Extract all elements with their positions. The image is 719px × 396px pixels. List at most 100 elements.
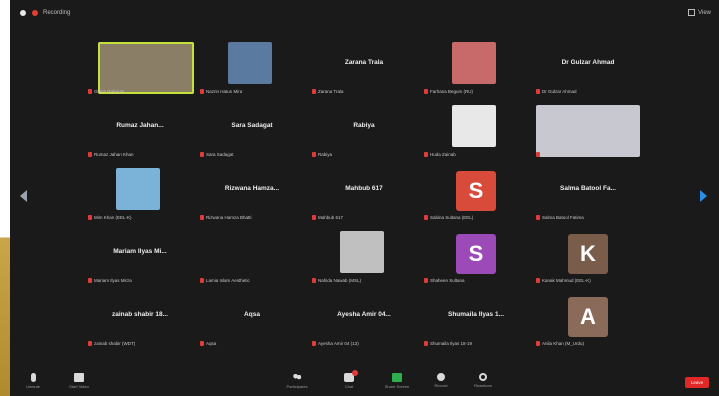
participant-tile[interactable]: Sara Sadagat Sara Sadagat bbox=[196, 101, 308, 161]
participants-label: Participants bbox=[286, 384, 308, 389]
participant-display-name: Zarana Trala bbox=[344, 59, 384, 66]
participant-name: Salma Batool Fatima bbox=[542, 215, 584, 220]
participant-name-label: Mariam Ilyas Mirza bbox=[88, 278, 192, 283]
muted-mic-icon bbox=[312, 215, 316, 220]
participant-tile[interactable]: Zarana Trala Zarana Trala bbox=[308, 38, 420, 98]
participant-name: Anila Khan (M_Urdu) bbox=[542, 341, 585, 346]
participant-tile[interactable]: Aqsa Aqsa bbox=[196, 290, 308, 350]
participant-name: Aqsa bbox=[206, 341, 217, 346]
previous-page-arrow[interactable] bbox=[20, 190, 27, 202]
participant-name: Sara Sadagat bbox=[206, 152, 234, 157]
participant-name: zainab shabir (WDT) bbox=[94, 341, 136, 346]
participant-display-name: Dr Gulzar Ahmad bbox=[561, 59, 615, 66]
mute-label: Unmute bbox=[25, 384, 40, 389]
participant-tile[interactable]: Dr Gulzar Ahmad Dr Gulzar Ahmad bbox=[532, 38, 644, 98]
participant-tile[interactable]: Rizwana Hamza... Rizwana Hamza Bhatti bbox=[196, 164, 308, 224]
chat-icon bbox=[344, 370, 358, 382]
participant-name-label: Rabiya bbox=[312, 152, 416, 157]
participant-tile[interactable]: A Anila Khan (M_Urdu) bbox=[532, 290, 644, 350]
participant-name: Shumaila Ilyas 18-19 bbox=[430, 341, 473, 346]
participant-tile[interactable]: Rumaz Jahan... Rumaz Jahan Khan bbox=[84, 101, 196, 161]
next-page-arrow[interactable] bbox=[700, 190, 707, 202]
participant-tile[interactable]: K Kanak Mahmud (EEL-K) bbox=[532, 227, 644, 287]
view-button[interactable]: View bbox=[688, 9, 711, 16]
muted-mic-icon bbox=[312, 341, 316, 346]
participant-name: Mim Khan (EEL-K) bbox=[94, 215, 132, 220]
participant-name-label: Ayesha Amir 04 (13) bbox=[312, 341, 416, 346]
participant-name-label: Salma Batool Fatima bbox=[536, 215, 640, 220]
muted-mic-icon bbox=[424, 278, 428, 283]
participant-tile[interactable]: S Sabina Sultana (EEL) bbox=[420, 164, 532, 224]
participant-tile[interactable]: Mahbub 617 Mahbub 617 bbox=[308, 164, 420, 224]
participant-tile[interactable]: Lamia Islam Aesthetic bbox=[196, 227, 308, 287]
recording-label: Recording bbox=[43, 10, 71, 16]
security-icon[interactable] bbox=[20, 10, 26, 16]
view-label: View bbox=[698, 9, 711, 16]
muted-mic-icon bbox=[200, 215, 204, 220]
participant-tile[interactable]: Farhana Begum (RU) bbox=[420, 38, 532, 98]
participant-display-name: Rabiya bbox=[353, 122, 375, 129]
participant-name-label: Farhana Begum (RU) bbox=[424, 89, 528, 94]
participant-video bbox=[98, 42, 194, 94]
participant-display-name: Rumaz Jahan... bbox=[116, 122, 164, 129]
participant-name-label: Mim Khan (EEL-K) bbox=[88, 215, 192, 220]
participant-name: Nazrin Hatun Mira bbox=[206, 89, 243, 94]
participant-name-label: Nazrin Hatun Mira bbox=[200, 89, 304, 94]
record-button[interactable]: Record bbox=[424, 373, 458, 388]
participant-tile[interactable]: Rabiya Rabiya bbox=[308, 101, 420, 161]
participant-display-name: Salma Batool Fa... bbox=[560, 185, 616, 192]
participant-tile[interactable]: Huda Zainab bbox=[420, 101, 532, 161]
initial-avatar: S bbox=[456, 234, 496, 274]
participant-name: Shaheen Sultana bbox=[430, 278, 465, 283]
participant-display-name: Aqsa bbox=[244, 311, 260, 318]
muted-mic-icon bbox=[312, 89, 316, 94]
participant-name-label: Huda Zainab bbox=[424, 152, 528, 157]
muted-mic-icon bbox=[536, 215, 540, 220]
participant-name: Arun Kumar (IIT-MBA) bbox=[542, 152, 587, 157]
participant-tile[interactable]: S Shaheen Sultana bbox=[420, 227, 532, 287]
mute-button[interactable]: Unmute bbox=[16, 373, 50, 389]
leave-button[interactable]: Leave bbox=[685, 377, 709, 388]
video-label: Start Video bbox=[69, 384, 89, 389]
muted-mic-icon bbox=[536, 278, 540, 283]
reactions-button[interactable]: Reactions bbox=[466, 373, 500, 388]
participant-name-label: Arun Kumar (IIT-MBA) bbox=[536, 152, 640, 157]
participant-display-name: Mahbub 617 bbox=[345, 185, 383, 192]
participants-button[interactable]: Participants bbox=[280, 373, 314, 389]
participant-name-label: Anila Khan (M_Urdu) bbox=[536, 341, 640, 346]
participant-name-label: Rumaz Jahan Khan bbox=[88, 152, 192, 157]
muted-mic-icon bbox=[312, 152, 316, 157]
participant-display-name: Sara Sadagat bbox=[231, 122, 273, 129]
participant-tile[interactable]: Shumaila Ilyas 1... Shumaila Ilyas 18-19 bbox=[420, 290, 532, 350]
participant-name-label: Rizwana Hamza Bhatti bbox=[200, 215, 304, 220]
gallery-view-icon bbox=[688, 9, 696, 16]
muted-mic-icon bbox=[536, 341, 540, 346]
chat-button[interactable]: Chat bbox=[332, 370, 366, 389]
share-screen-button[interactable]: Share Screen bbox=[380, 373, 414, 389]
participant-tile[interactable]: Gloria Rahman bbox=[84, 38, 196, 98]
participant-tile[interactable]: Arun Kumar (IIT-MBA) bbox=[532, 101, 644, 161]
share-label: Share Screen bbox=[384, 384, 410, 389]
muted-mic-icon bbox=[312, 278, 316, 283]
microphone-icon bbox=[30, 373, 36, 382]
participant-name: Sabina Sultana (EEL) bbox=[430, 215, 474, 220]
muted-mic-icon bbox=[88, 278, 92, 283]
participant-tile[interactable]: Ayesha Amir 04... Ayesha Amir 04 (13) bbox=[308, 290, 420, 350]
participant-name: Kanak Mahmud (EEL-K) bbox=[542, 278, 591, 283]
muted-mic-icon bbox=[200, 278, 204, 283]
video-button[interactable]: Start Video bbox=[62, 373, 96, 389]
participant-tile[interactable]: Mariam Ilyas Mi... Mariam Ilyas Mirza bbox=[84, 227, 196, 287]
participant-tile[interactable]: Nahida Nawab (MSL) bbox=[308, 227, 420, 287]
initial-avatar: S bbox=[456, 171, 496, 211]
initial-avatar: A bbox=[568, 297, 608, 337]
chat-notification-badge bbox=[352, 370, 358, 376]
record-label: Record bbox=[434, 383, 448, 388]
meeting-window: Recording View Gloria Rahman Nazrin Hatun… bbox=[10, 0, 719, 396]
participant-tile[interactable]: Nazrin Hatun Mira bbox=[196, 38, 308, 98]
participant-name: Rabiya bbox=[318, 152, 333, 157]
participant-display-name: Shumaila Ilyas 1... bbox=[448, 311, 504, 318]
recording-dot-icon bbox=[32, 10, 38, 16]
participant-tile[interactable]: Mim Khan (EEL-K) bbox=[84, 164, 196, 224]
participant-tile[interactable]: zainab shabir 18... zainab shabir (WDT) bbox=[84, 290, 196, 350]
participant-tile[interactable]: Salma Batool Fa... Salma Batool Fatima bbox=[532, 164, 644, 224]
